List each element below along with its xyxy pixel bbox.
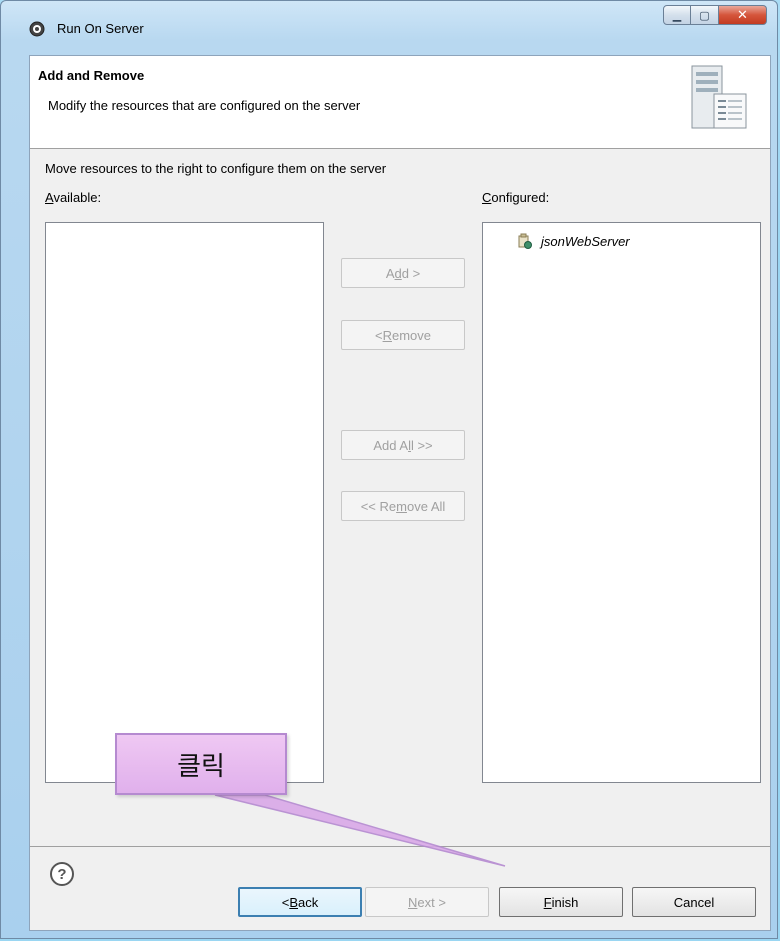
run-on-server-window: Run On Server ▁ ▢ ✕ Add and Remove Modif…	[0, 0, 778, 939]
configured-item-label: jsonWebServer	[541, 233, 630, 249]
configured-label-text: onfigured:	[491, 190, 550, 205]
maximize-button[interactable]: ▢	[691, 5, 719, 25]
remove-all-button-mnemonic: m	[396, 498, 407, 514]
close-button[interactable]: ✕	[719, 5, 767, 25]
cancel-button[interactable]: Cancel	[632, 887, 756, 917]
maximize-icon: ▢	[699, 9, 710, 22]
server-wizard-icon	[691, 65, 747, 129]
page-description: Modify the resources that are configured…	[48, 98, 361, 113]
page-title: Add and Remove	[38, 68, 145, 83]
window-title: Run On Server	[57, 21, 144, 36]
add-button[interactable]: Add >	[341, 258, 465, 288]
eclipse-server-icon	[29, 21, 45, 37]
available-label-text: vailable:	[53, 190, 102, 205]
configured-list[interactable]: jsonWebServer	[482, 222, 761, 783]
remove-button-mnemonic: R	[382, 327, 392, 343]
remove-button[interactable]: < Remove	[341, 320, 465, 350]
remove-all-button-label-pre: << Re	[360, 498, 397, 514]
remove-all-button[interactable]: << Re m ove All	[341, 491, 465, 521]
next-button-mnemonic: N	[408, 894, 418, 910]
next-button-label-post: ext >	[417, 894, 446, 910]
remove-all-button-label-post: ove All	[406, 498, 446, 514]
dialog-client-area: Add and Remove Modify the resources that…	[29, 55, 771, 931]
available-list[interactable]	[45, 222, 324, 783]
footer-divider	[30, 846, 770, 847]
remove-button-label-post: emove	[391, 327, 431, 343]
help-icon[interactable]: ?	[50, 862, 74, 886]
cancel-button-label: Cancel	[673, 894, 715, 910]
close-icon: ✕	[737, 7, 748, 22]
finish-button-mnemonic: F	[543, 894, 552, 910]
instruction-text: Move resources to the right to configure…	[45, 161, 387, 176]
remove-button-label-pre: <	[374, 327, 383, 343]
finish-button[interactable]: Finish	[499, 887, 623, 917]
add-all-button[interactable]: Add All >>	[341, 430, 465, 460]
back-button-mnemonic: B	[289, 894, 299, 910]
back-button-label-pre: <	[281, 894, 290, 910]
add-button-label-post: d >	[401, 265, 421, 281]
minimize-icon: ▁	[672, 9, 682, 22]
web-project-icon	[518, 233, 532, 249]
window-controls: ▁ ▢ ✕	[663, 5, 767, 25]
add-button-label-pre: A	[385, 265, 395, 281]
configured-label-mnemonic: C	[482, 190, 492, 205]
minimize-button[interactable]: ▁	[663, 5, 691, 25]
add-all-button-label-pre: Add A	[373, 437, 409, 453]
list-item[interactable]: jsonWebServer	[517, 233, 630, 249]
add-button-mnemonic: d	[394, 265, 402, 281]
next-button[interactable]: Next >	[365, 887, 489, 917]
finish-button-label-post: inish	[551, 894, 579, 910]
title-bar[interactable]: Run On Server ▁ ▢ ✕	[1, 1, 777, 53]
back-button[interactable]: < Back	[238, 887, 362, 917]
wizard-header: Add and Remove Modify the resources that…	[30, 56, 770, 149]
available-label: Available:	[45, 190, 101, 205]
configured-label: Configured:	[482, 190, 549, 205]
back-button-label-post: ack	[298, 894, 319, 910]
add-all-button-label-post: l >>	[410, 437, 433, 453]
callout-annotation: 클릭	[115, 733, 287, 795]
